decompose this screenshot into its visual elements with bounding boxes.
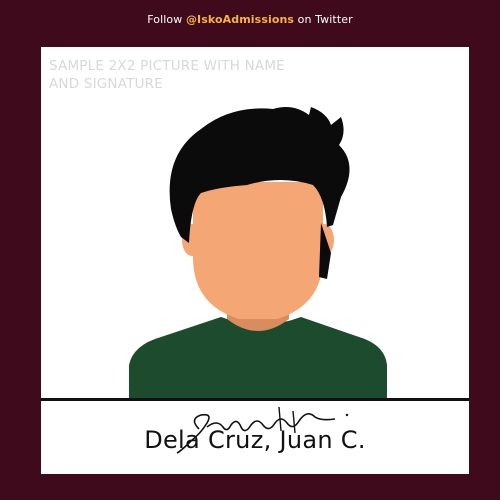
twitter-handle-link[interactable]: @IskoAdmissions xyxy=(186,13,294,26)
handwritten-signature-icon xyxy=(176,406,349,454)
twitter-follow-banner: Follow @IskoAdmissions on Twitter xyxy=(0,13,500,26)
avatar-illustration-icon xyxy=(129,107,387,399)
sample-photo-card: SAMPLE 2X2 PICTURE WITH NAME AND SIGNATU… xyxy=(41,47,469,474)
face-shape xyxy=(193,182,323,319)
banner-suffix: on Twitter xyxy=(294,13,353,26)
banner-prefix: Follow xyxy=(147,13,186,26)
